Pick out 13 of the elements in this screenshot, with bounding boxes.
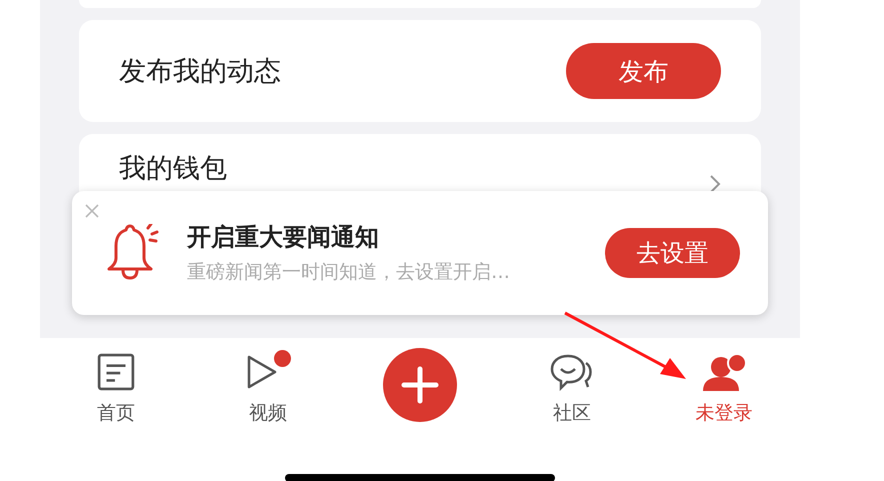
plus-icon <box>400 365 440 405</box>
tab-item[interactable]: 首页 <box>93 338 139 438</box>
card-title: 发布我的动态 <box>119 55 281 89</box>
tab-item[interactable]: 未登录 <box>696 338 752 438</box>
publish-button[interactable]: 发布 <box>566 43 721 99</box>
tab-item[interactable]: 社区 <box>549 338 595 438</box>
card-title: 我的钱包 <box>119 152 227 186</box>
settings-button[interactable]: 去设置 <box>605 228 740 278</box>
person-icon <box>701 353 747 391</box>
chevron-icon <box>709 174 721 194</box>
bell-icon <box>106 224 160 282</box>
tab-item[interactable]: 视频 <box>245 338 291 438</box>
notification-subtitle: 重磅新闻第一时间知道，去设置开启… <box>187 260 511 285</box>
